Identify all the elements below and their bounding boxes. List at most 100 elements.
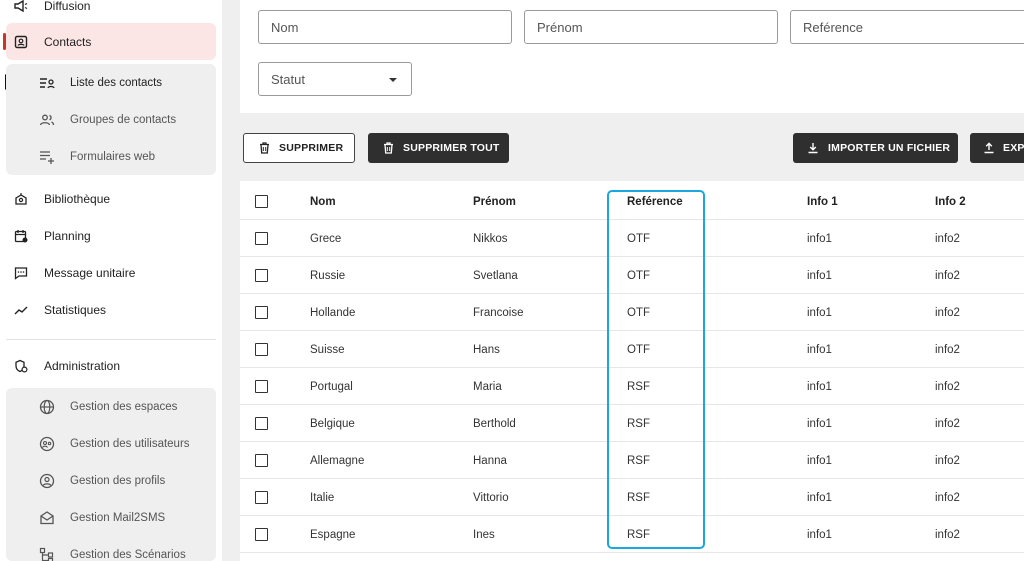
cell-nom: Espagne: [310, 528, 356, 541]
sub-gestion-mail2sms[interactable]: Gestion Mail2SMS: [6, 499, 216, 536]
column-header-prenom[interactable]: Prénom: [473, 183, 516, 220]
sub-label: Gestion des utilisateurs: [70, 437, 190, 450]
cell-info1: info1: [807, 417, 832, 430]
column-header-info2[interactable]: Info 2: [935, 183, 966, 220]
upload-icon: [983, 141, 995, 155]
nav-administration[interactable]: Administration: [0, 347, 222, 384]
cell-reference: OTF: [627, 232, 650, 245]
delete-all-label: SUPPRIMER TOUT: [403, 142, 500, 154]
sub-label: Formulaires web: [70, 150, 155, 163]
table-row[interactable]: Allemagne Hanna RSF info1 info2: [240, 442, 1024, 479]
megaphone-icon: [13, 0, 29, 14]
cell-prenom: Maria: [473, 380, 502, 393]
nav-statistiques[interactable]: Statistiques: [0, 291, 222, 328]
nav-label: Contacts: [44, 34, 92, 49]
cell-info1: info1: [807, 528, 832, 541]
trash-icon: [381, 141, 395, 155]
row-checkbox[interactable]: [255, 491, 268, 504]
table-row[interactable]: Portugal Maria RSF info1 info2: [240, 368, 1024, 405]
table-row[interactable]: Suisse Hans OTF info1 info2: [240, 331, 1024, 368]
cell-reference: RSF: [627, 380, 650, 393]
cell-info1: info1: [807, 380, 832, 393]
prenom-filter-input[interactable]: Prénom: [524, 10, 778, 44]
contact-list-icon: [38, 74, 56, 92]
row-checkbox[interactable]: [255, 417, 268, 430]
cell-info2: info2: [935, 417, 960, 430]
statut-select[interactable]: Statut: [258, 62, 412, 96]
import-file-button[interactable]: IMPORTER UN FICHIER: [793, 133, 958, 163]
cell-nom: Suisse: [310, 343, 345, 356]
row-checkbox[interactable]: [255, 454, 268, 467]
sub-gestion-scenarios[interactable]: Gestion des Scénarios: [6, 536, 216, 561]
globe-icon: [38, 398, 56, 416]
form-list-icon: [38, 148, 56, 166]
sub-liste-contacts[interactable]: Liste des contacts: [6, 64, 216, 101]
table-row[interactable]: Italie Vittorio RSF info1 info2: [240, 479, 1024, 516]
row-checkbox[interactable]: [255, 306, 268, 319]
row-checkbox[interactable]: [255, 528, 268, 541]
cell-reference: RSF: [627, 454, 650, 467]
export-button[interactable]: EXPO: [970, 133, 1024, 163]
table-row[interactable]: Espagne Ines RSF info1 info2: [240, 516, 1024, 553]
nom-placeholder: Nom: [271, 19, 299, 35]
sub-label: Groupes de contacts: [70, 113, 177, 126]
contacts-table: Nom Prénom Reférence Info 1 Info 2 Grece…: [240, 181, 1024, 561]
cell-prenom: Berthold: [473, 417, 516, 430]
cell-reference: OTF: [627, 269, 650, 282]
cell-info2: info2: [935, 269, 960, 282]
admin-submenu: Gestion des espaces Gestion des utilisat…: [6, 388, 216, 561]
sub-gestion-espaces[interactable]: Gestion des espaces: [6, 388, 216, 425]
nav-planning[interactable]: Planning: [0, 217, 222, 254]
nav-diffusion[interactable]: Diffusion: [0, 0, 222, 24]
reference-placeholder: Reférence: [803, 19, 863, 35]
nom-filter-input[interactable]: Nom: [258, 10, 512, 44]
export-label: EXPO: [1003, 142, 1024, 154]
sub-label: Gestion Mail2SMS: [70, 511, 166, 524]
cell-nom: Russie: [310, 269, 346, 282]
cell-nom: Italie: [310, 491, 335, 504]
row-checkbox[interactable]: [255, 269, 268, 282]
cell-nom: Portugal: [310, 380, 353, 393]
column-header-nom[interactable]: Nom: [310, 183, 336, 220]
cell-info1: info1: [807, 306, 832, 319]
sub-formulaires-web[interactable]: Formulaires web: [6, 138, 216, 175]
delete-button[interactable]: SUPPRIMER: [243, 133, 355, 163]
cell-info2: info2: [935, 306, 960, 319]
cell-prenom: Hanna: [473, 454, 507, 467]
admin-settings-icon: [13, 358, 29, 374]
scenario-icon: [38, 546, 56, 561]
table-row[interactable]: Grece Nikkos OTF info1 info2: [240, 220, 1024, 257]
nav-bibliotheque[interactable]: Bibliothèque: [0, 180, 222, 217]
profile-icon: [38, 472, 56, 490]
table-row[interactable]: Russie Svetlana OTF info1 info2: [240, 257, 1024, 294]
cell-info2: info2: [935, 343, 960, 356]
sub-label: Gestion des Scénarios: [70, 548, 186, 561]
row-checkbox[interactable]: [255, 232, 268, 245]
sub-gestion-utilisateurs[interactable]: Gestion des utilisateurs: [6, 425, 216, 462]
calendar-icon: [13, 228, 29, 244]
reference-filter-input[interactable]: Reférence: [790, 10, 1024, 44]
sub-gestion-profils[interactable]: Gestion des profils: [6, 462, 216, 499]
table-row[interactable]: Hollande Francoise OTF info1 info2: [240, 294, 1024, 331]
cell-info1: info1: [807, 232, 832, 245]
cell-info2: info2: [935, 380, 960, 393]
cell-prenom: Ines: [473, 528, 495, 541]
cell-info2: info2: [935, 454, 960, 467]
column-header-reference[interactable]: Reférence: [627, 183, 683, 220]
table-row[interactable]: Belgique Berthold RSF info1 info2: [240, 405, 1024, 442]
chart-line-icon: [13, 302, 29, 318]
select-all-checkbox[interactable]: [255, 195, 268, 208]
cell-prenom: Hans: [473, 343, 500, 356]
contacts-submenu: Liste des contacts Groupes de contacts F…: [6, 64, 216, 175]
sub-groupes-contacts[interactable]: Groupes de contacts: [6, 101, 216, 138]
cell-info1: info1: [807, 491, 832, 504]
row-checkbox[interactable]: [255, 380, 268, 393]
column-header-info1[interactable]: Info 1: [807, 183, 838, 220]
nav-contacts[interactable]: Contacts: [6, 23, 216, 60]
table-header-row: Nom Prénom Reférence Info 1 Info 2: [240, 183, 1024, 220]
delete-all-button[interactable]: SUPPRIMER TOUT: [368, 133, 509, 163]
nav-label: Message unitaire: [44, 265, 136, 280]
cell-reference: OTF: [627, 343, 650, 356]
row-checkbox[interactable]: [255, 343, 268, 356]
nav-message-unitaire[interactable]: Message unitaire: [0, 254, 222, 291]
